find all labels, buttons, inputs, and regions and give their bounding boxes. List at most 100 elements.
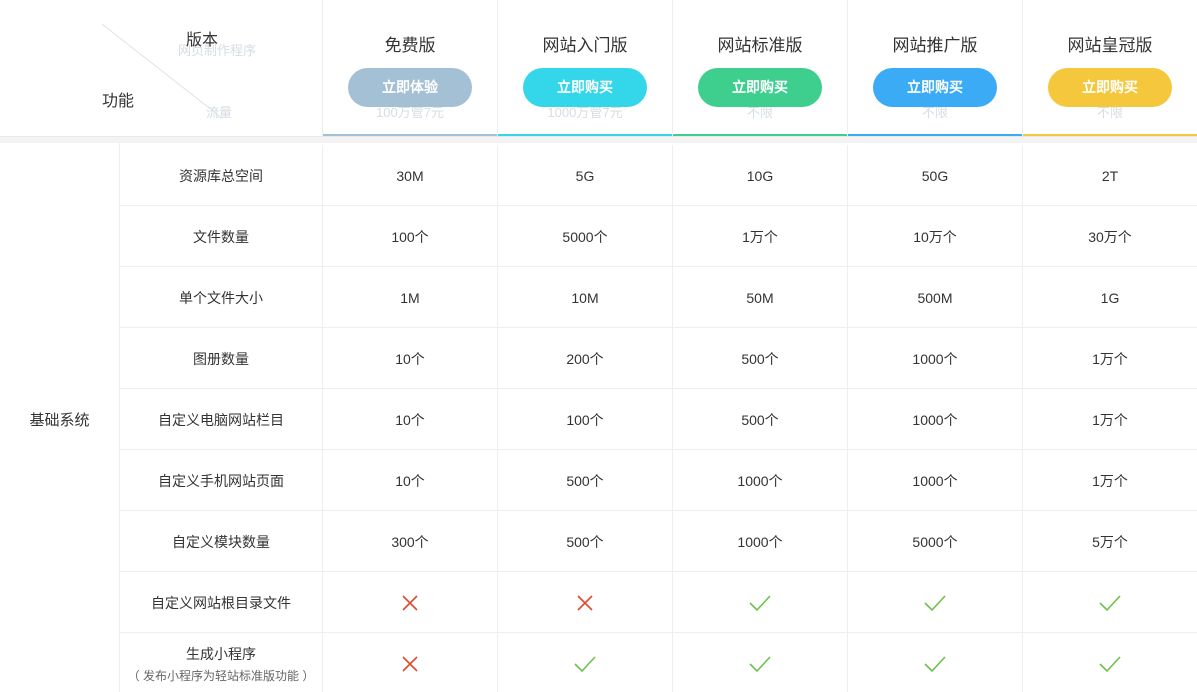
plan-promotion: 网站推广版 不限 立即购买: [847, 0, 1022, 136]
buy-now-button[interactable]: 立即购买: [1048, 68, 1172, 107]
table-row: 自定义电脑网站栏目 10个 100个 500个 1000个 1万个: [120, 389, 1197, 450]
value-cell: [672, 633, 847, 692]
plan-free: 免费版 100万管7元 立即体验: [322, 0, 497, 136]
cross-icon: [577, 594, 593, 611]
value-text: 500个: [741, 350, 779, 367]
feature-name: 生成小程序: [186, 645, 256, 662]
value-cell: 30万个: [1022, 206, 1197, 267]
value-text: 1万个: [1092, 350, 1128, 367]
value-cell: 1万个: [1022, 450, 1197, 511]
value-text: 1000个: [912, 472, 958, 489]
table-row: 自定义网站根目录文件: [120, 572, 1197, 633]
plan-standard: 网站标准版 不限 立即购买: [672, 0, 847, 136]
value-text: 10万个: [913, 228, 957, 245]
feature-note: （ 发布小程序为轻站标准版功能 ）: [127, 668, 315, 683]
value-cell: [847, 572, 1022, 633]
value-cell: 100个: [322, 206, 497, 267]
value-text: 100个: [566, 411, 604, 428]
feature-cell: 自定义电脑网站栏目: [120, 389, 322, 450]
value-cell: 200个: [497, 328, 672, 389]
plan-crown: 网站皇冠版 不限 立即购买: [1022, 0, 1197, 136]
value-cell: 500M: [847, 267, 1022, 328]
check-icon: [924, 655, 946, 672]
buy-now-button[interactable]: 立即购买: [698, 68, 822, 107]
diagonal-divider: [101, 23, 223, 119]
value-text: 1000个: [737, 533, 783, 550]
buy-now-button[interactable]: 立即购买: [523, 68, 647, 107]
value-cell: 300个: [322, 511, 497, 572]
header-corner: 网页制作程序 流量 版本 功能: [0, 0, 322, 136]
value-cell: 5万个: [1022, 511, 1197, 572]
value-cell: 1万个: [672, 206, 847, 267]
value-text: 1000个: [912, 411, 958, 428]
value-text: 10个: [395, 472, 425, 489]
value-cell: [497, 633, 672, 692]
value-cell: 30M: [322, 145, 497, 206]
version-label: 版本: [186, 32, 219, 49]
check-icon: [749, 594, 771, 611]
plan-name: 网站标准版: [717, 36, 803, 55]
value-cell: [1022, 633, 1197, 692]
value-cell: 1000个: [672, 511, 847, 572]
value-cell: [322, 633, 497, 692]
value-cell: 1万个: [1022, 389, 1197, 450]
feature-cell: 自定义手机网站页面: [120, 450, 322, 511]
value-cell: 5G: [497, 145, 672, 206]
table-row: 自定义模块数量 300个 500个 1000个 5000个 5万个: [120, 511, 1197, 572]
value-cell: 10M: [497, 267, 672, 328]
try-now-button[interactable]: 立即体验: [348, 68, 472, 107]
group-cell-basic-system: 基础系统: [0, 143, 120, 692]
plan-name: 网站皇冠版: [1067, 36, 1153, 55]
value-text: 10M: [571, 289, 599, 306]
value-cell: 1M: [322, 267, 497, 328]
value-cell: [1022, 572, 1197, 633]
check-icon: [574, 655, 596, 672]
value-cell: 10万个: [847, 206, 1022, 267]
value-text: 50M: [746, 289, 774, 306]
value-text: 500个: [566, 472, 604, 489]
feature-cell: 文件数量: [120, 206, 322, 267]
value-cell: 50G: [847, 145, 1022, 206]
value-text: 10个: [395, 350, 425, 367]
value-cell: 1万个: [1022, 328, 1197, 389]
value-text: 50G: [921, 167, 949, 184]
value-cell: 1000个: [847, 450, 1022, 511]
check-icon: [1099, 655, 1121, 672]
value-text: 1万个: [1092, 411, 1128, 428]
value-text: 1G: [1100, 289, 1120, 306]
feature-name: 单个文件大小: [179, 289, 263, 306]
value-text: 30万个: [1088, 228, 1132, 245]
value-cell: 5000个: [847, 511, 1022, 572]
value-text: 10G: [746, 167, 774, 184]
value-cell: 50M: [672, 267, 847, 328]
feature-name: 自定义模块数量: [172, 533, 270, 550]
value-cell: 5000个: [497, 206, 672, 267]
check-icon: [924, 594, 946, 611]
value-text: 1万个: [742, 228, 778, 245]
value-cell: 10G: [672, 145, 847, 206]
value-text: 500个: [741, 411, 779, 428]
table-row: 文件数量 100个 5000个 1万个 10万个 30万个: [120, 206, 1197, 267]
check-icon: [749, 655, 771, 672]
table-row: 生成小程序 （ 发布小程序为轻站标准版功能 ）: [120, 633, 1197, 692]
check-icon: [1099, 594, 1121, 611]
value-text: 5万个: [1092, 533, 1128, 550]
value-cell: 1000个: [847, 328, 1022, 389]
table-row: 图册数量 10个 200个 500个 1000个 1万个: [120, 328, 1197, 389]
value-text: 1000个: [912, 350, 958, 367]
buy-now-button[interactable]: 立即购买: [873, 68, 997, 107]
value-cell: 100个: [497, 389, 672, 450]
feature-cell: 单个文件大小: [120, 267, 322, 328]
value-cell: 500个: [672, 389, 847, 450]
feature-name: 资源库总空间: [179, 167, 263, 184]
value-text: 30M: [396, 167, 424, 184]
value-cell: [847, 633, 1022, 692]
value-cell: 500个: [497, 511, 672, 572]
value-cell: [497, 572, 672, 633]
table-row: 自定义手机网站页面 10个 500个 1000个 1000个 1万个: [120, 450, 1197, 511]
value-cell: [322, 572, 497, 633]
value-text: 500个: [566, 533, 604, 550]
value-cell: 500个: [497, 450, 672, 511]
feature-name: 图册数量: [193, 350, 249, 367]
pricing-header: 网页制作程序 流量 版本 功能 免费版 100万管7元 立即体验 网站入门版 1…: [0, 0, 1197, 136]
